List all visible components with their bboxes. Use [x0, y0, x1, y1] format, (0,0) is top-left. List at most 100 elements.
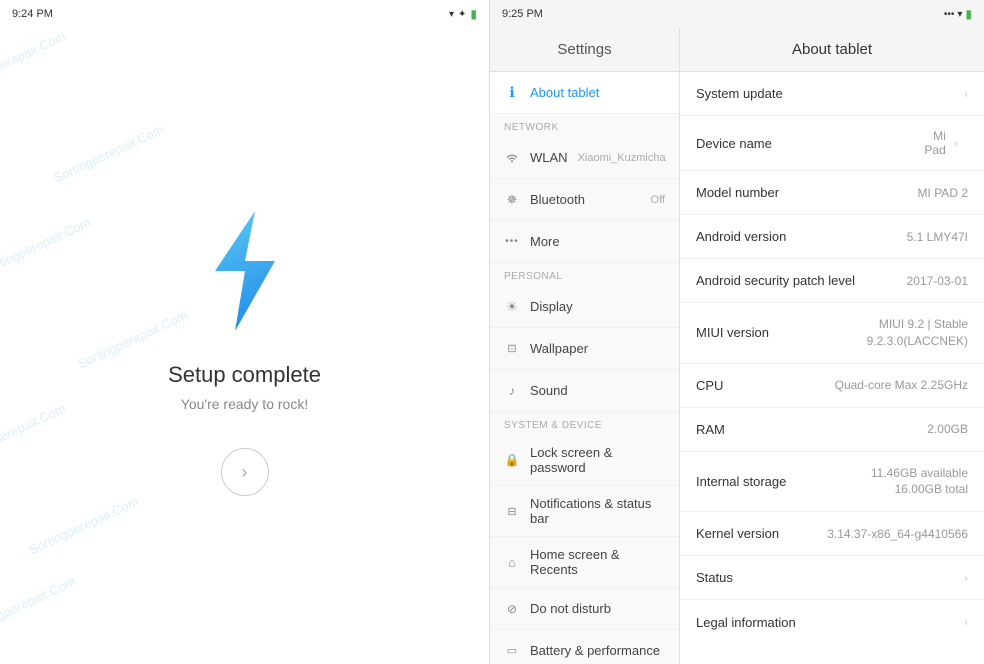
sidebar-section-system: SYSTEM & DEVICE: [490, 412, 679, 435]
sidebar-item-more[interactable]: ••• More: [490, 221, 679, 263]
sound-icon: ♪: [504, 384, 520, 398]
detail-row-device-name[interactable]: Device name Mi Pad ›: [680, 116, 984, 171]
bluetooth-icon: ✵: [504, 192, 520, 208]
detail-label-system-update: System update: [696, 86, 783, 101]
left-status-icons: ▾ ✦ ▮: [449, 7, 477, 21]
sidebar-item-about-tablet[interactable]: ℹ About tablet: [490, 72, 679, 114]
detail-value-device-name: Mi Pad: [919, 129, 946, 157]
detail-row-system-update[interactable]: System update ›: [680, 72, 984, 116]
sidebar-value-bluetooth: Off: [651, 194, 665, 206]
sidebar-label-bluetooth: Bluetooth: [530, 192, 641, 207]
sidebar-label-about: About tablet: [530, 85, 665, 100]
sidebar-section-personal: PERSONAL: [490, 263, 679, 286]
detail-value-ram: 2.00GB: [927, 422, 968, 436]
setup-panel: 9:24 PM ▾ ✦ ▮ Setup complete You're read…: [0, 0, 490, 664]
chevron-right-system-update: ›: [964, 87, 968, 101]
lightning-icon: [185, 196, 305, 346]
detail-label-miui-version: MIUI version: [696, 325, 769, 340]
sidebar-label-notifications: Notifications & status bar: [530, 496, 665, 526]
detail-label-kernel-version: Kernel version: [696, 526, 779, 541]
chevron-right-legal: ›: [964, 615, 968, 629]
detail-value-security-patch: 2017-03-01: [907, 274, 968, 288]
sidebar-label-display: Display: [530, 299, 665, 314]
battery-green-icon: ▮: [470, 7, 477, 21]
detail-label-status: Status: [696, 570, 733, 585]
sidebar-item-lock-screen[interactable]: 🔒 Lock screen & password: [490, 435, 679, 486]
chevron-right-device-name: ›: [954, 136, 958, 150]
detail-label-security-patch: Android security patch level: [696, 273, 855, 288]
info-icon: ℹ: [504, 84, 520, 101]
settings-header: Settings About tablet: [490, 28, 984, 72]
sidebar-label-wallpaper: Wallpaper: [530, 341, 665, 356]
sidebar-item-notifications[interactable]: ⊟ Notifications & status bar: [490, 486, 679, 537]
sidebar-item-home-screen[interactable]: ⌂ Home screen & Recents: [490, 537, 679, 588]
sidebar-item-battery[interactable]: ▭ Battery & performance: [490, 630, 679, 664]
sidebar-value-wlan: Xiaomi_Kuzmicha: [578, 152, 666, 164]
detail-row-miui-version: MIUI version MIUI 9.2 | Stable9.2.3.0(LA…: [680, 303, 984, 364]
detail-row-ram: RAM 2.00GB: [680, 408, 984, 452]
sidebar-item-dnd[interactable]: ⊘ Do not disturb: [490, 588, 679, 630]
detail-value-internal-storage: 11.46GB available16.00GB total: [871, 465, 968, 499]
detail-row-security-patch: Android security patch level 2017-03-01: [680, 259, 984, 303]
sidebar-section-network: NETWORK: [490, 114, 679, 137]
detail-label-model-number: Model number: [696, 185, 779, 200]
setup-subtitle: You're ready to rock!: [181, 396, 308, 412]
sidebar-item-bluetooth[interactable]: ✵ Bluetooth Off: [490, 179, 679, 221]
sidebar-item-wlan[interactable]: WLAN Xiaomi_Kuzmicha: [490, 137, 679, 179]
sidebar-label-lock: Lock screen & password: [530, 445, 665, 475]
detail-row-status[interactable]: Status ›: [680, 556, 984, 600]
sidebar-label-sound: Sound: [530, 383, 665, 398]
sidebar-label-home: Home screen & Recents: [530, 547, 665, 577]
right-time: 9:25 PM: [502, 8, 543, 20]
sidebar-label-dnd: Do not disturb: [530, 601, 665, 616]
sidebar-label-more: More: [530, 234, 665, 249]
next-button[interactable]: ›: [221, 448, 269, 496]
detail-label-cpu: CPU: [696, 378, 723, 393]
sidebar-item-sound[interactable]: ♪ Sound: [490, 370, 679, 412]
notifications-icon: ⊟: [504, 505, 520, 518]
setup-title: Setup complete: [168, 362, 321, 388]
settings-title: Settings: [490, 28, 680, 71]
sidebar-label-battery: Battery & performance: [530, 643, 665, 658]
sidebar-item-display[interactable]: ☀ Display: [490, 286, 679, 328]
next-arrow-icon: ›: [242, 462, 248, 483]
detail-label-legal: Legal information: [696, 615, 796, 630]
detail-row-cpu: CPU Quad-core Max 2.25GHz: [680, 364, 984, 408]
detail-label-ram: RAM: [696, 422, 725, 437]
more-icon: •••: [504, 236, 520, 247]
detail-label-internal-storage: Internal storage: [696, 474, 786, 489]
chevron-right-status: ›: [964, 571, 968, 585]
display-icon: ☀: [504, 299, 520, 315]
detail-label-android-version: Android version: [696, 229, 786, 244]
detail-row-android-version: Android version 5.1 LMY47I: [680, 215, 984, 259]
battery-green-icon2: ▮: [965, 7, 972, 21]
detail-row-model-number: Model number MI PAD 2: [680, 171, 984, 215]
detail-value-kernel-version: 3.14.37-x86_64-g4410566: [827, 527, 968, 541]
wifi-nav-icon: [504, 152, 520, 164]
detail-row-legal-information[interactable]: Legal information ›: [680, 600, 984, 644]
right-status-icons: ••• ▾ ▮: [944, 7, 972, 21]
wallpaper-icon: ⊡: [504, 342, 520, 355]
dots-icon: •••: [944, 9, 955, 20]
detail-label-device-name: Device name: [696, 136, 772, 151]
right-status-bar: 9:25 PM ••• ▾ ▮: [490, 0, 984, 28]
wifi-signal-icon: ▾: [957, 9, 962, 20]
left-time: 9:24 PM: [12, 8, 53, 20]
detail-value-model-number: MI PAD 2: [918, 186, 968, 200]
sidebar-label-wlan: WLAN: [530, 150, 568, 165]
sidebar-item-wallpaper[interactable]: ⊡ Wallpaper: [490, 328, 679, 370]
settings-panel: 9:25 PM ••• ▾ ▮ Settings About tablet ℹ …: [490, 0, 984, 664]
settings-body: ℹ About tablet NETWORK WLAN Xiaomi_Kuzmi…: [490, 72, 984, 664]
setup-content: Setup complete You're ready to rock! ›: [0, 28, 489, 664]
about-tablet-title: About tablet: [680, 41, 984, 58]
detail-value-android-version: 5.1 LMY47I: [907, 230, 968, 244]
detail-value-cpu: Quad-core Max 2.25GHz: [835, 378, 968, 392]
left-status-bar: 9:24 PM ▾ ✦ ▮: [0, 0, 489, 28]
signal-icon: ✦: [458, 9, 466, 20]
dnd-icon: ⊘: [504, 602, 520, 616]
settings-sidebar: ℹ About tablet NETWORK WLAN Xiaomi_Kuzmi…: [490, 72, 680, 664]
home-icon: ⌂: [504, 555, 520, 570]
detail-row-internal-storage: Internal storage 11.46GB available16.00G…: [680, 452, 984, 513]
lock-icon: 🔒: [504, 453, 520, 467]
wifi-icon: ▾: [449, 9, 454, 20]
